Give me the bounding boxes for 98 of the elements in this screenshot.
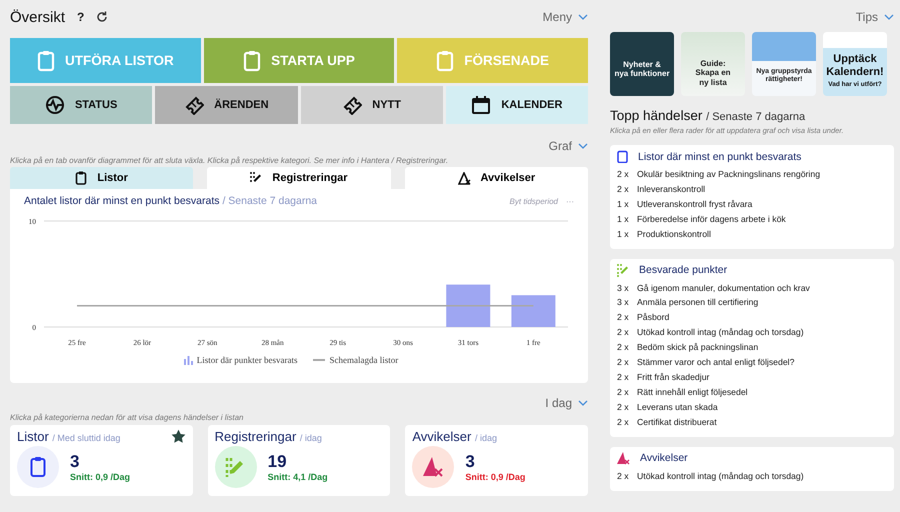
- nav-button[interactable]: KALENDER: [446, 86, 588, 124]
- event-name[interactable]: Förberedelse inför dagens arbete i kök: [637, 212, 786, 227]
- event-name[interactable]: Gå igenom manuler, dokumentation och krav: [637, 280, 810, 296]
- event-count[interactable]: 2 x: [617, 325, 632, 340]
- tip-text: Skapa en: [695, 68, 731, 78]
- event-name[interactable]: Okulär besiktning av Packningslinans rengöring: [637, 167, 820, 182]
- clipboard-icon: [36, 50, 55, 72]
- event-name[interactable]: Utökad kontroll intag (måndag och torsdag): [637, 325, 804, 340]
- event-name[interactable]: Stämmer varor och antal enligt följsedel?: [637, 355, 794, 370]
- menu-dropdown[interactable]: Meny: [542, 10, 588, 24]
- graph-dropdown[interactable]: Graf: [548, 139, 588, 153]
- event-name[interactable]: Påsbord: [637, 310, 670, 326]
- stat-average: Snitt: 0,9 /Dag: [70, 472, 130, 482]
- event-name[interactable]: Leverans utan skada: [637, 400, 718, 415]
- legend-label[interactable]: Schemalagda listor: [329, 355, 398, 365]
- legend-label[interactable]: Listor där punkter besvarats: [196, 355, 298, 365]
- event-name[interactable]: Produktionskontroll: [637, 226, 711, 242]
- tip-tile[interactable]: Guide: Skapa en ny lista: [681, 32, 745, 96]
- bar-legend-icon: [184, 356, 193, 364]
- event-count[interactable]: 2 x: [617, 310, 632, 326]
- nav-button[interactable]: ÄRENDEN: [155, 86, 298, 124]
- tips-dropdown[interactable]: Tips: [856, 10, 894, 24]
- stat-card[interactable]: Listor / Med sluttid idag 3 Snitt: 0,9 /Dag: [10, 425, 193, 496]
- chart-tab[interactable]: Avvikelser: [404, 167, 588, 189]
- stat-count: 19: [268, 452, 288, 472]
- top-events-title: Topp händelser / Senaste 7 dagarna: [610, 108, 806, 123]
- stat-average: Snitt: 4,1 /Dag: [268, 472, 328, 482]
- event-count[interactable]: 2 x: [617, 414, 632, 430]
- event-name[interactable]: Utleveranskontroll fryst råvara: [637, 196, 752, 212]
- chevron-down-icon: [578, 143, 588, 149]
- event-count[interactable]: 2 x: [617, 468, 632, 484]
- stat-count: 3: [465, 452, 476, 472]
- stat-card[interactable]: Avvikelser / idag 3 Snitt: 0,9 /Dag: [405, 425, 588, 496]
- chart-tab[interactable]: Registreringar: [207, 167, 391, 189]
- chevron-down-icon: [884, 14, 894, 20]
- page-title: Översikt: [10, 8, 66, 26]
- graph-hint: Klicka på en tab ovanför diagrammet för att sluta växla. Klicka på respektive kategori. Se mer info i Hantera / Registreringar.: [10, 156, 450, 165]
- chart-tab[interactable]: Listor: [10, 167, 194, 189]
- clipboard-icon: [75, 171, 88, 185]
- event-count[interactable]: 2 x: [617, 370, 632, 385]
- event-name[interactable]: Bedöm skick på packningslinan: [637, 340, 758, 356]
- tip-text: Kalendern!: [826, 66, 884, 78]
- stat-title: Registreringar / idag: [214, 429, 322, 444]
- clipboard-icon: [617, 150, 628, 163]
- event-count[interactable]: 1 x: [617, 212, 632, 227]
- event-count[interactable]: 2 x: [617, 182, 632, 197]
- tip-text: nya funktioner: [614, 69, 670, 78]
- event-count[interactable]: 2 x: [617, 167, 632, 182]
- stat-count: 3: [70, 452, 80, 472]
- clipboard-icon: [436, 50, 454, 72]
- chevron-down-icon: [578, 14, 588, 20]
- clipboard-icon: [243, 50, 262, 72]
- event-card-title: Besvarade punkter: [639, 264, 728, 276]
- tip-text: Guide:: [700, 59, 726, 68]
- today-dropdown[interactable]: I dag: [545, 396, 588, 410]
- event-count[interactable]: 1 x: [617, 196, 632, 212]
- stat-title: Listor / Med sluttid idag: [17, 429, 120, 444]
- chart-title: Antalet listor där minst en punkt besvarats / Senaste 7 dagarna: [24, 195, 318, 207]
- star-icon[interactable]: [170, 429, 186, 444]
- nav-button[interactable]: STATUS: [10, 86, 152, 124]
- stat-card[interactable]: Registreringar / idag 19 Snitt: 4,1 /Dag: [208, 425, 390, 496]
- event-name[interactable]: Utökad kontroll intag (måndag och torsdag): [637, 468, 804, 484]
- warning-icon: [458, 172, 470, 184]
- event-name[interactable]: Rätt innehåll enligt följesedel: [637, 384, 748, 400]
- event-count[interactable]: 2 x: [617, 384, 632, 400]
- line-legend-icon: [313, 359, 326, 361]
- ticket-icon: [342, 95, 362, 115]
- event-card-title: Avvikelser: [640, 452, 688, 464]
- tip-text: Nyheter &: [623, 60, 661, 69]
- pencil-list-icon: [617, 264, 629, 277]
- event-name[interactable]: Inleveranskontroll: [637, 182, 706, 197]
- event-count[interactable]: 1 x: [617, 226, 632, 242]
- stat-title: Avvikelser / idag: [412, 429, 497, 444]
- pulse-icon: [44, 95, 65, 115]
- event-name[interactable]: Anmäla personen till certifiering: [637, 295, 758, 310]
- event-card-title: Listor där minst en punkt besvarats: [638, 150, 802, 162]
- event-count[interactable]: 2 x: [617, 340, 632, 356]
- refresh-icon[interactable]: [96, 11, 108, 23]
- tip-tile[interactable]: Nyheter & nya funktioner: [610, 32, 674, 96]
- clipboard-icon: [30, 456, 46, 478]
- tip-text: ny lista: [699, 78, 727, 87]
- event-name[interactable]: Fritt från skadedjur: [637, 370, 710, 385]
- event-count[interactable]: 2 x: [617, 400, 632, 415]
- calendar-icon: [471, 95, 492, 115]
- nav-button[interactable]: NYTT: [300, 86, 443, 124]
- tip-text: Upptäck: [833, 53, 877, 66]
- stat-average: Snitt: 0,9 /Dag: [465, 472, 526, 482]
- help-button[interactable]: ?: [77, 10, 84, 24]
- ticket-icon: [184, 95, 204, 115]
- today-hint: Klicka på kategorierna nedan för att visa dagens händelser i listan: [10, 413, 244, 422]
- pencil-list-icon: [250, 171, 262, 185]
- warning-icon: [422, 456, 444, 478]
- warning-icon: [617, 452, 630, 465]
- event-count[interactable]: 2 x: [617, 355, 632, 370]
- event-count[interactable]: 3 x: [617, 280, 632, 296]
- event-name[interactable]: Certifikat distribuerat: [637, 414, 717, 430]
- chevron-down-icon: [578, 400, 588, 406]
- event-count[interactable]: 3 x: [617, 295, 632, 310]
